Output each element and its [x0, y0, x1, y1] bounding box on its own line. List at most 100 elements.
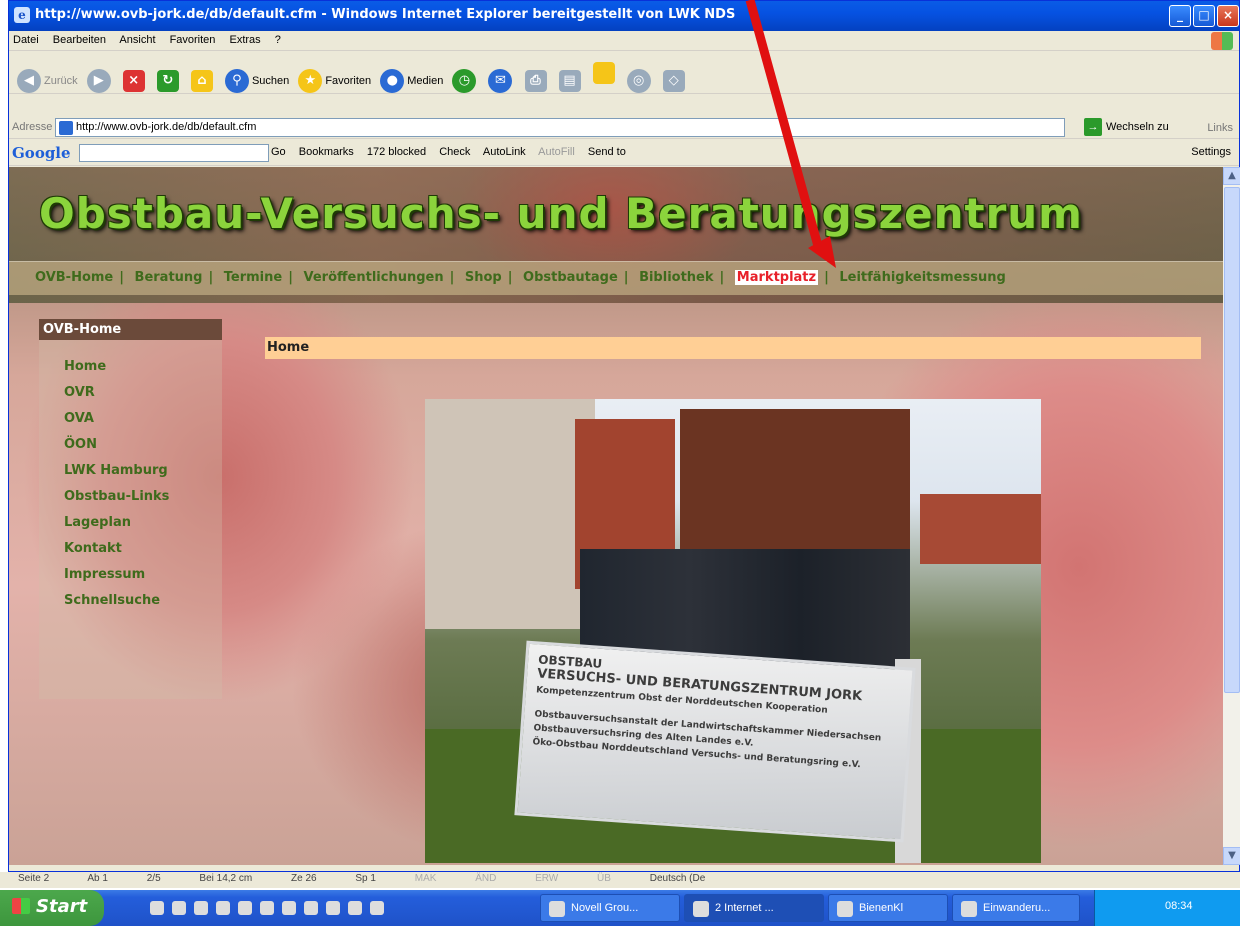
windows-flag-icon [12, 898, 30, 914]
notes-button[interactable] [592, 60, 618, 86]
standard-toolbar: ◀ Zurück ▶ × ↻ ⌂ ⚲ Suchen ★ Favoriten ● Medi… [9, 52, 1239, 94]
search-icon: ⚲ [224, 69, 249, 93]
task-bienenkl[interactable]: BienenKl [828, 894, 948, 922]
favorites-button[interactable]: ★ Favoriten [298, 68, 371, 94]
nav-shop[interactable]: Shop [465, 270, 502, 285]
forward-button[interactable]: ▶ [86, 68, 114, 94]
start-button[interactable]: Start [0, 890, 104, 926]
back-button[interactable]: ◀ Zurück [17, 68, 78, 94]
refresh-button[interactable]: ↻ [156, 68, 182, 94]
nav-beratung[interactable]: Beratung [135, 270, 203, 285]
autolink-button[interactable]: AutoLink [483, 146, 526, 158]
title-bar[interactable]: e http://www.ovb-jork.de/db/default.cfm … [9, 1, 1239, 31]
excel-quicklaunch-icon[interactable] [304, 901, 318, 915]
clock[interactable]: 08:34 [1165, 900, 1193, 912]
media-button[interactable]: ● Medien [380, 68, 443, 94]
address-input[interactable]: http://www.ovb-jork.de/db/default.cfm [55, 118, 1065, 137]
links-button[interactable]: Links [1207, 122, 1233, 134]
scroll-down-button[interactable]: ▼ [1223, 847, 1240, 865]
ie-quicklaunch-icon[interactable] [150, 901, 164, 915]
scroll-thumb[interactable] [1224, 187, 1240, 693]
breadcrumb: Home [265, 337, 1201, 359]
stop-button[interactable]: × [122, 68, 148, 94]
menu-bearbeiten[interactable]: Bearbeiten [53, 34, 106, 46]
menu-favoriten[interactable]: Favoriten [170, 34, 216, 46]
doc-quicklaunch-icon[interactable] [216, 901, 230, 915]
ppt-quicklaunch-icon[interactable] [282, 901, 296, 915]
popup-blocked-button[interactable]: 172 blocked [367, 146, 426, 158]
word-status-bar: Seite 2 Ab 1 2/5 Bei 14,2 cm Ze 26 Sp 1 … [0, 872, 1240, 888]
menu-help[interactable]: ? [275, 34, 281, 46]
scroll-up-button[interactable]: ▲ [1223, 167, 1240, 185]
app-quicklaunch-icon[interactable] [326, 901, 340, 915]
sidebar-item-schnellsuche[interactable]: Schnellsuche [39, 588, 222, 614]
sidebar-item-lwk-hamburg[interactable]: LWK Hamburg [39, 458, 222, 484]
menu-datei[interactable]: Datei [13, 34, 39, 46]
nav-obstbautage[interactable]: Obstbautage [523, 270, 618, 285]
ie-task-icon [693, 901, 709, 917]
building-photo: OBSTBAU VERSUCHS- UND BERATUNGSZENTRUM J… [425, 399, 1041, 863]
vertical-scrollbar[interactable]: ▲ ▼ [1223, 167, 1240, 865]
word-quicklaunch-icon[interactable] [260, 901, 274, 915]
home-icon: ⌂ [190, 70, 213, 92]
sidebar-item-oeon[interactable]: ÖON [39, 432, 222, 458]
quick-launch [150, 900, 392, 919]
menu-extras[interactable]: Extras [229, 34, 260, 46]
nav-ovb-home[interactable]: OVB-Home [35, 270, 113, 285]
nav-leitfaehigkeitsmessung[interactable]: Leitfähigkeitsmessung [839, 270, 1005, 285]
nav-marktplatz[interactable]: Marktplatz [734, 270, 819, 285]
nav-veroeffentlichungen[interactable]: Veröffentlichungen [304, 270, 444, 285]
task-einwanderu[interactable]: Einwanderu... [952, 894, 1080, 922]
minimize-button[interactable]: _ [1169, 5, 1191, 27]
menu-ansicht[interactable]: Ansicht [119, 34, 155, 46]
print-button[interactable]: ⎙ [524, 68, 550, 94]
google-search-input[interactable] [79, 144, 269, 162]
bookmarks-button[interactable]: Bookmarks [299, 146, 354, 158]
autofill-button[interactable]: AutoFill [538, 146, 575, 158]
app3-quicklaunch-icon[interactable] [370, 901, 384, 915]
institute-sign: OBSTBAU VERSUCHS- UND BERATUNGSZENTRUM J… [514, 640, 916, 843]
star-icon: ★ [298, 69, 323, 93]
send-to-button[interactable]: Send to [588, 146, 626, 158]
close-button[interactable]: × [1217, 5, 1239, 27]
sidebar-item-ova[interactable]: OVA [39, 406, 222, 432]
browser-quicklaunch-icon[interactable] [238, 901, 252, 915]
sidebar: OVB-Home Home OVR OVA ÖON LWK Hamburg Ob… [39, 319, 222, 699]
sidebar-item-ovr[interactable]: OVR [39, 380, 222, 406]
sidebar-item-kontakt[interactable]: Kontakt [39, 536, 222, 562]
browser-window: e http://www.ovb-jork.de/db/default.cfm … [8, 0, 1240, 872]
home-button[interactable]: ⌂ [190, 68, 216, 94]
edit-button[interactable]: ▤ [558, 68, 584, 94]
messenger-button[interactable]: ◎ [626, 68, 654, 94]
novell-icon [549, 901, 565, 917]
nav-bibliothek[interactable]: Bibliothek [639, 270, 713, 285]
sidebar-item-impressum[interactable]: Impressum [39, 562, 222, 588]
app2-quicklaunch-icon[interactable] [348, 901, 362, 915]
address-url: http://www.ovb-jork.de/db/default.cfm [76, 121, 257, 133]
maximize-button[interactable]: □ [1193, 5, 1215, 27]
go-button[interactable]: → Wechseln zu [1084, 118, 1169, 136]
task-novell[interactable]: Novell Grou... [540, 894, 680, 922]
folder-icon [837, 901, 853, 917]
sidebar-item-lageplan[interactable]: Lageplan [39, 510, 222, 536]
folder-quicklaunch-icon[interactable] [194, 901, 208, 915]
media-quicklaunch-icon[interactable] [172, 901, 186, 915]
extra-button[interactable]: ◇ [662, 68, 688, 94]
messenger-icon: ◎ [626, 69, 651, 93]
edit-icon: ▤ [558, 70, 581, 92]
print-icon: ⎙ [524, 70, 547, 92]
taskbar: Start Novell Grou... 2 Internet ... Bien… [0, 890, 1240, 926]
google-settings-button[interactable]: Settings [1191, 146, 1231, 158]
nav-termine[interactable]: Termine [224, 270, 282, 285]
sidebar-item-obstbau-links[interactable]: Obstbau-Links [39, 484, 222, 510]
spell-check-button[interactable]: Check [439, 146, 470, 158]
search-button[interactable]: ⚲ Suchen [224, 68, 289, 94]
menu-bar: Datei Bearbeiten Ansicht Favoriten Extra… [9, 31, 1239, 51]
google-go-button[interactable]: Go [271, 146, 286, 158]
mail-button[interactable]: ✉ [488, 68, 515, 94]
go-arrow-icon: → [1084, 118, 1102, 136]
history-button[interactable]: ◷ [452, 68, 479, 94]
refresh-icon: ↻ [156, 70, 179, 92]
sidebar-item-home[interactable]: Home [39, 354, 222, 380]
task-internet[interactable]: 2 Internet ... [684, 894, 824, 922]
